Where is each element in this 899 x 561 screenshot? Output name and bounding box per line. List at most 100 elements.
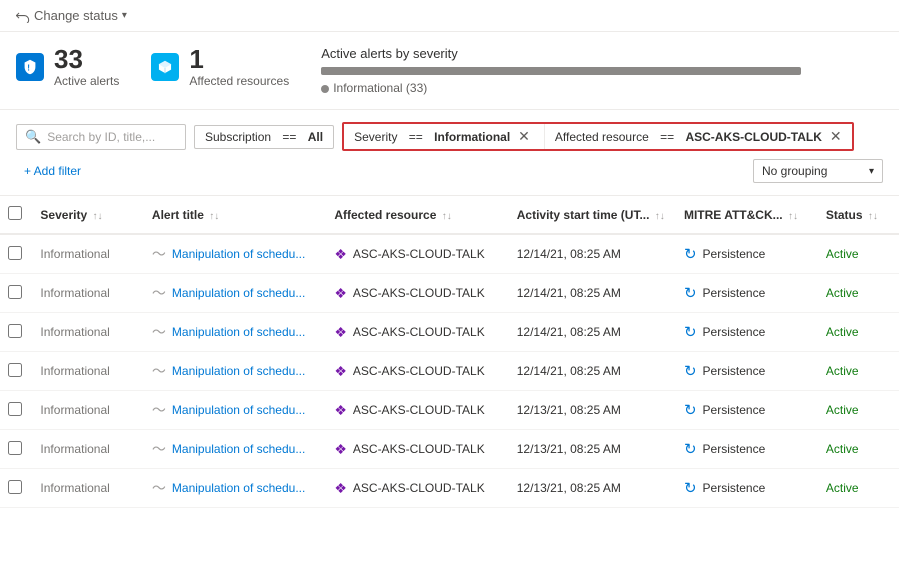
row-checkbox-cell[interactable] — [0, 274, 32, 313]
select-all-checkbox[interactable] — [8, 206, 22, 220]
affected-resources-stat: 1 Affected resources — [151, 46, 289, 88]
row-checkbox-cell[interactable] — [0, 469, 32, 508]
grouping-dropdown[interactable]: No grouping ▾ — [753, 159, 883, 183]
persistence-icon: ↻ — [684, 479, 697, 497]
affected-resources-label: Affected resources — [189, 74, 289, 88]
filter-bar: 🔍 Subscription == All Severity == Inform… — [0, 110, 899, 196]
row-checkbox[interactable] — [8, 480, 22, 494]
affected-resource-op: == — [660, 130, 674, 144]
subscription-val: All — [308, 130, 323, 144]
alert-icon: 〜 — [152, 400, 166, 420]
row-title[interactable]: 〜 Manipulation of schedu... — [144, 274, 326, 313]
row-checkbox-cell[interactable] — [0, 234, 32, 274]
row-mitre: ↻ Persistence — [676, 234, 818, 274]
table-row[interactable]: Informational 〜 Manipulation of schedu..… — [0, 469, 899, 508]
row-checkbox[interactable] — [8, 441, 22, 455]
row-checkbox[interactable] — [8, 402, 22, 416]
row-resource[interactable]: ❖ ASC-AKS-CLOUD-TALK — [326, 274, 508, 313]
subscription-label: Subscription — [205, 130, 271, 144]
row-checkbox[interactable] — [8, 285, 22, 299]
table-row[interactable]: Informational 〜 Manipulation of schedu..… — [0, 391, 899, 430]
row-checkbox-cell[interactable] — [0, 352, 32, 391]
row-time: 12/13/21, 08:25 AM — [509, 430, 676, 469]
row-checkbox-cell[interactable] — [0, 391, 32, 430]
search-box[interactable]: 🔍 — [16, 124, 186, 150]
affected-resource-close[interactable]: ✕ — [830, 128, 842, 145]
alert-icon: 〜 — [152, 361, 166, 381]
th-severity[interactable]: Severity ↑↓ — [32, 196, 143, 234]
table-row[interactable]: Informational 〜 Manipulation of schedu..… — [0, 313, 899, 352]
severity-filter[interactable]: Severity == Informational ✕ — [344, 124, 540, 149]
row-severity: Informational — [32, 391, 143, 430]
severity-chart: Active alerts by severity Informational … — [321, 46, 801, 95]
active-alerts-count: 33 — [54, 46, 119, 72]
table-container: Severity ↑↓ Alert title ↑↓ Affected reso… — [0, 196, 899, 508]
table-header: Severity ↑↓ Alert title ↑↓ Affected reso… — [0, 196, 899, 234]
alert-icon: 〜 — [152, 322, 166, 342]
row-resource[interactable]: ❖ ASC-AKS-CLOUD-TALK — [326, 234, 508, 274]
row-checkbox[interactable] — [8, 363, 22, 377]
row-title[interactable]: 〜 Manipulation of schedu... — [144, 469, 326, 508]
table-row[interactable]: Informational 〜 Manipulation of schedu..… — [0, 234, 899, 274]
th-time[interactable]: Activity start time (UT... ↑↓ — [509, 196, 676, 234]
table-row[interactable]: Informational 〜 Manipulation of schedu..… — [0, 352, 899, 391]
row-checkbox-cell[interactable] — [0, 430, 32, 469]
persistence-icon: ↻ — [684, 284, 697, 302]
sort-arrows-status[interactable]: ↑↓ — [868, 211, 878, 222]
row-severity: Informational — [32, 274, 143, 313]
affected-resource-filter[interactable]: Affected resource == ASC-AKS-CLOUD-TALK … — [544, 124, 852, 149]
row-title[interactable]: 〜 Manipulation of schedu... — [144, 430, 326, 469]
severity-filter-close[interactable]: ✕ — [518, 128, 530, 145]
alert-icon: 〜 — [152, 478, 166, 498]
alert-icon: 〜 — [152, 283, 166, 303]
row-title[interactable]: 〜 Manipulation of schedu... — [144, 313, 326, 352]
row-status: Active — [818, 469, 899, 508]
change-status-button[interactable]: Change status ▾ — [16, 8, 127, 23]
filter-row2: + Add filter No grouping ▾ — [16, 159, 883, 183]
row-resource[interactable]: ❖ ASC-AKS-CLOUD-TALK — [326, 430, 508, 469]
row-severity: Informational — [32, 313, 143, 352]
severity-bar-track — [321, 67, 801, 75]
severity-filter-val: Informational — [434, 130, 510, 144]
row-title[interactable]: 〜 Manipulation of schedu... — [144, 391, 326, 430]
resource-icon: ❖ — [334, 246, 347, 263]
row-status: Active — [818, 430, 899, 469]
table-row[interactable]: Informational 〜 Manipulation of schedu..… — [0, 430, 899, 469]
search-icon: 🔍 — [25, 129, 41, 145]
row-resource[interactable]: ❖ ASC-AKS-CLOUD-TALK — [326, 313, 508, 352]
add-filter-button[interactable]: + Add filter — [16, 160, 89, 182]
row-resource[interactable]: ❖ ASC-AKS-CLOUD-TALK — [326, 469, 508, 508]
row-resource[interactable]: ❖ ASC-AKS-CLOUD-TALK — [326, 352, 508, 391]
th-mitre[interactable]: MITRE ATT&CK... ↑↓ — [676, 196, 818, 234]
resource-icon: ❖ — [334, 324, 347, 341]
row-checkbox-cell[interactable] — [0, 313, 32, 352]
subscription-op: == — [282, 130, 296, 144]
sort-arrows-severity[interactable]: ↑↓ — [92, 211, 102, 222]
persistence-icon: ↻ — [684, 362, 697, 380]
resource-icon: ❖ — [334, 363, 347, 380]
row-time: 12/14/21, 08:25 AM — [509, 352, 676, 391]
sort-arrows-resource[interactable]: ↑↓ — [442, 211, 452, 222]
sort-arrows-title[interactable]: ↑↓ — [209, 211, 219, 222]
active-alerts-stat: ! 33 Active alerts — [16, 46, 119, 88]
row-checkbox[interactable] — [8, 246, 22, 260]
row-title[interactable]: 〜 Manipulation of schedu... — [144, 352, 326, 391]
search-input[interactable] — [47, 130, 177, 144]
sort-arrows-time[interactable]: ↑↓ — [655, 211, 665, 222]
row-title[interactable]: 〜 Manipulation of schedu... — [144, 234, 326, 274]
th-status[interactable]: Status ↑↓ — [818, 196, 899, 234]
row-checkbox[interactable] — [8, 324, 22, 338]
table-row[interactable]: Informational 〜 Manipulation of schedu..… — [0, 274, 899, 313]
row-mitre: ↻ Persistence — [676, 391, 818, 430]
th-title[interactable]: Alert title ↑↓ — [144, 196, 326, 234]
th-checkbox[interactable] — [0, 196, 32, 234]
th-resource[interactable]: Affected resource ↑↓ — [326, 196, 508, 234]
row-status: Active — [818, 234, 899, 274]
sort-arrows-mitre[interactable]: ↑↓ — [788, 211, 798, 222]
alert-icon: 〜 — [152, 244, 166, 264]
affected-resources-count: 1 — [189, 46, 289, 72]
row-resource[interactable]: ❖ ASC-AKS-CLOUD-TALK — [326, 391, 508, 430]
subscription-filter[interactable]: Subscription == All — [194, 125, 334, 149]
row-status: Active — [818, 391, 899, 430]
row-time: 12/13/21, 08:25 AM — [509, 469, 676, 508]
